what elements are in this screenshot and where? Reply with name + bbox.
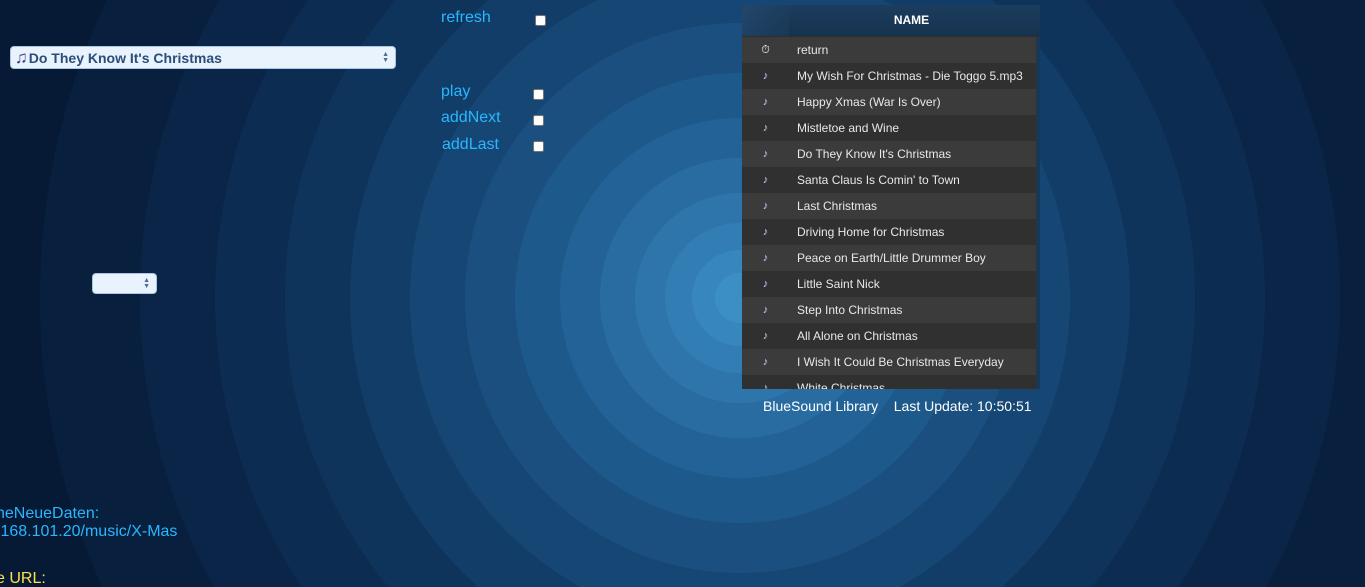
stopwatch-icon: ⏱ xyxy=(761,43,770,56)
music-note-icon: ♪ xyxy=(762,304,769,316)
table-row[interactable]: ♪ Peace on Earth/Little Drummer Boy xyxy=(742,245,1039,271)
music-note-icon: ♪ xyxy=(762,200,769,212)
row-label: Santa Claus Is Comin' to Town xyxy=(797,173,960,187)
table-row[interactable]: ⏱ return xyxy=(742,37,1036,63)
music-note-icon: ♪ xyxy=(762,174,769,186)
table-row[interactable]: ♪ Last Christmas xyxy=(742,193,1039,219)
music-note-icon: ♫ xyxy=(15,48,28,67)
music-note-icon: ♪ xyxy=(762,70,769,82)
music-note-icon: ♪ xyxy=(762,330,769,342)
row-label: All Alone on Christmas xyxy=(797,329,918,343)
table-scrollbar[interactable] xyxy=(1036,37,1040,389)
add-last-checkbox[interactable] xyxy=(533,141,544,152)
library-footer: BlueSound Library Last Update: 10:50:51 xyxy=(763,398,1032,414)
add-next-label: addNext xyxy=(441,109,501,126)
refresh-checkbox[interactable] xyxy=(535,15,546,26)
music-note-icon: ♪ xyxy=(762,382,769,389)
secondary-select[interactable]: ▲ ▼ xyxy=(92,273,157,294)
row-label: Peace on Earth/Little Drummer Boy xyxy=(797,251,986,265)
play-checkbox[interactable] xyxy=(533,89,544,100)
row-label: Step Into Christmas xyxy=(797,303,903,317)
music-note-icon: ♪ xyxy=(762,226,769,238)
play-label: play xyxy=(441,83,471,100)
new-data-label: heNeueDaten: xyxy=(0,505,100,522)
name-column-header[interactable]: NAME xyxy=(789,5,1034,36)
table-row[interactable]: ♪ Santa Claus Is Comin' to Town xyxy=(742,167,1039,193)
row-label: return xyxy=(797,43,829,57)
table-header: NAME xyxy=(742,5,1040,36)
music-note-icon: ♪ xyxy=(762,278,769,290)
row-label: Last Christmas xyxy=(797,199,878,213)
library-table: NAME ⏱ return ♪ My Wish For Christmas - Die… xyxy=(742,5,1040,389)
row-label: Mistletoe and Wine xyxy=(797,121,900,135)
music-note-icon: ♪ xyxy=(762,122,769,134)
row-label: Happy Xmas (War Is Over) xyxy=(797,95,941,109)
music-path: .168.101.20/music/X-Mas xyxy=(0,523,178,540)
music-note-icon: ♪ xyxy=(762,148,769,160)
table-row[interactable]: ♪ Happy Xmas (War Is Over) xyxy=(742,89,1036,115)
header-corner xyxy=(742,5,789,36)
table-body: ⏱ return ♪ My Wish For Christmas - Die Togg… xyxy=(742,37,1039,389)
table-row[interactable]: ♪ Mistletoe and Wine xyxy=(742,115,1039,141)
table-row[interactable]: ♪ All Alone on Christmas xyxy=(742,323,1039,349)
add-last-label: addLast xyxy=(442,136,499,153)
add-next-checkbox[interactable] xyxy=(533,115,544,126)
table-row[interactable]: ♪ I Wish It Could Be Christmas Everyday xyxy=(742,349,1039,375)
table-row[interactable]: ♪ Step Into Christmas xyxy=(742,297,1039,323)
row-label: White Christmas xyxy=(797,381,886,389)
table-row[interactable]: ♪ Driving Home for Christmas xyxy=(742,219,1039,245)
table-row[interactable]: ♪ White Christmas xyxy=(742,375,1039,389)
url-label: e URL: xyxy=(0,570,46,587)
table-row[interactable]: ♪ Do They Know It's Christmas xyxy=(742,141,1039,167)
row-label: My Wish For Christmas - Die Toggo 5.mp3 xyxy=(797,69,1023,83)
title-select[interactable]: ♫ Do They Know It's Christmas ▲ ▼ xyxy=(10,46,396,69)
row-label: Do They Know It's Christmas xyxy=(797,147,952,161)
title-select-value: Do They Know It's Christmas xyxy=(28,49,222,66)
select-arrows-icon: ▲ ▼ xyxy=(143,277,150,290)
row-label: Little Saint Nick xyxy=(797,277,880,291)
row-label: I Wish It Could Be Christmas Everyday xyxy=(797,355,1004,369)
library-name: BlueSound Library xyxy=(763,398,879,414)
last-update: Last Update: 10:50:51 xyxy=(893,398,1032,414)
row-label: Driving Home for Christmas xyxy=(797,225,945,239)
select-arrows-icon: ▲ ▼ xyxy=(382,51,389,64)
music-note-icon: ♪ xyxy=(762,356,769,368)
table-row[interactable]: ♪ My Wish For Christmas - Die Toggo 5.mp3 xyxy=(742,63,1036,89)
music-note-icon: ♪ xyxy=(762,252,769,264)
refresh-label: refresh xyxy=(441,9,491,26)
music-note-icon: ♪ xyxy=(762,96,769,108)
table-row[interactable]: ♪ Little Saint Nick xyxy=(742,271,1039,297)
